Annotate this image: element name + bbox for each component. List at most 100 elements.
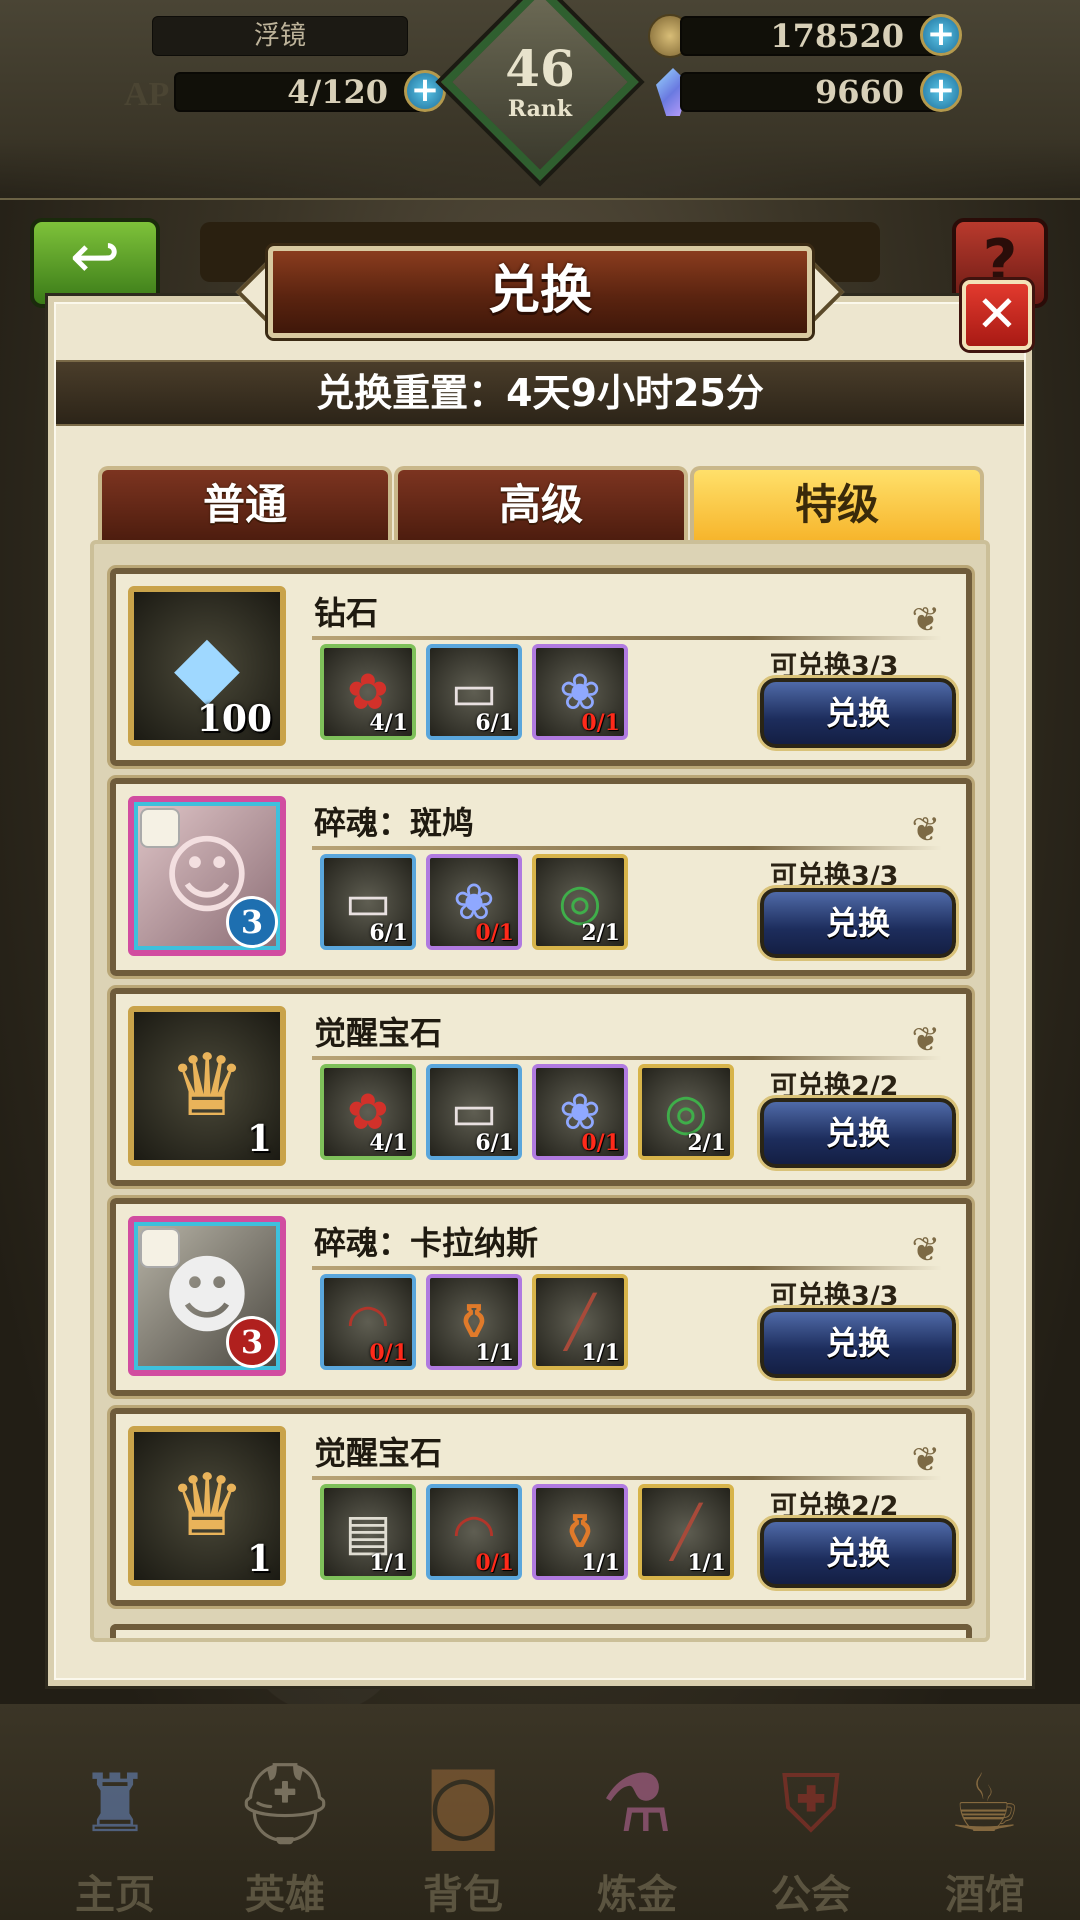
material-count: 0/1	[369, 1340, 408, 1366]
nav-backpack[interactable]: ◙ 背包	[378, 1744, 548, 1920]
player-name: 浮镜	[152, 16, 408, 56]
ap-value: 4/120	[287, 73, 388, 111]
material-count: 2/1	[581, 920, 620, 946]
material-slot[interactable]: ◎ 2/1	[638, 1064, 734, 1160]
row-divider	[312, 1476, 942, 1480]
exchange-button[interactable]: 兑换	[757, 1515, 959, 1591]
reward-name: 碎魂：斑鸠	[314, 804, 475, 842]
nav-home[interactable]: ♜ 主页	[30, 1744, 200, 1920]
reward-slot[interactable]: ☺ 3	[128, 796, 286, 956]
knight-helmet-icon: ⛑	[234, 1757, 336, 1850]
flourish-ornament: ❦	[911, 810, 941, 850]
material-slot[interactable]: ╱ 1/1	[532, 1274, 628, 1370]
material-count: 1/1	[581, 1550, 620, 1576]
material-slot[interactable]: ▭ 6/1	[426, 1064, 522, 1160]
ap-plus-button[interactable]: +	[404, 70, 446, 112]
soul-fragment-badge: 3	[226, 896, 278, 948]
material-slot[interactable]: ❀ 0/1	[532, 644, 628, 740]
backpack-icon: ◙	[424, 1757, 502, 1850]
material-slot[interactable]: ❀ 0/1	[532, 1064, 628, 1160]
exchange-row: ◆ 100 钻石 ❦ ✿ 4/1 ▭ 6/1 ❀ 0/1 可兑换3/3 兑换	[107, 565, 975, 769]
material-slot[interactable]: ▤ 1/1	[320, 1484, 416, 1580]
material-slot[interactable]: ⚱ 1/1	[532, 1484, 628, 1580]
reward-slot[interactable]: ♛ 1	[128, 1006, 286, 1166]
material-slot[interactable]: ▭ 6/1	[320, 854, 416, 950]
gem-value: 9660	[814, 73, 904, 111]
reward-name: 碎魂：卡拉纳斯	[314, 1224, 539, 1262]
nav-label: 主页	[75, 1872, 155, 1918]
rank-label: Rank	[507, 96, 573, 122]
row-divider	[312, 1056, 942, 1060]
tab-special[interactable]: 特级	[690, 466, 984, 542]
exchange-row: ☺ 3 碎魂：斑鸠 ❦ ▭ 6/1 ❀ 0/1 ◎ 2/1 可兑换3/3 兑换	[107, 775, 975, 979]
exchange-button[interactable]: 兑换	[757, 1095, 959, 1171]
reward-quantity: 1	[246, 1118, 272, 1160]
material-slot[interactable]: ◠ 0/1	[426, 1484, 522, 1580]
material-slot[interactable]: ◎ 2/1	[532, 854, 628, 950]
reward-slot[interactable]: ☻ 3	[128, 1216, 286, 1376]
material-count: 0/1	[581, 710, 620, 736]
flourish-ornament: ❦	[911, 600, 941, 640]
reward-slot[interactable]: ◆ 100	[128, 586, 286, 746]
flourish-ornament: ❦	[911, 1020, 941, 1060]
gold-plus-button[interactable]: +	[920, 14, 962, 56]
material-list: ▤ 1/1 ◠ 0/1 ⚱ 1/1 ╱ 1/1	[320, 1484, 734, 1580]
material-count: 6/1	[369, 920, 408, 946]
material-slot[interactable]: ❀ 0/1	[426, 854, 522, 950]
close-icon[interactable]: ✕	[962, 280, 1032, 350]
nav-alchemy[interactable]: ⚗ 炼金	[552, 1744, 722, 1920]
back-arrow-icon[interactable]: ↩	[30, 218, 160, 308]
material-slot[interactable]: ╱ 1/1	[638, 1484, 734, 1580]
material-count: 2/1	[687, 1130, 726, 1156]
flourish-ornament: ❦	[911, 1440, 941, 1480]
nav-label: 酒馆	[945, 1872, 1025, 1918]
material-count: 4/1	[369, 1130, 408, 1156]
guild-crest-icon: ⛨	[781, 1757, 841, 1850]
castle-icon: ♜	[79, 1757, 151, 1850]
tab-normal[interactable]: 普通	[98, 466, 392, 542]
gold-counter: 178520 +	[680, 14, 962, 56]
material-list: ✿ 4/1 ▭ 6/1 ❀ 0/1 ◎ 2/1	[320, 1064, 734, 1160]
material-slot[interactable]: ◠ 0/1	[320, 1274, 416, 1370]
reward-name: 觉醒宝石	[314, 1014, 443, 1052]
material-count: 1/1	[369, 1550, 408, 1576]
soul-fragment-badge: 3	[226, 1316, 278, 1368]
exchange-button[interactable]: 兑换	[757, 1305, 959, 1381]
reward-quantity: 1	[246, 1538, 272, 1580]
material-count: 6/1	[475, 1130, 514, 1156]
exchange-button[interactable]: 兑换	[757, 885, 959, 961]
gem-plus-button[interactable]: +	[920, 70, 962, 112]
exchange-button[interactable]: 兑换	[757, 675, 959, 751]
material-slot[interactable]: ✿ 4/1	[320, 644, 416, 740]
reward-name: 钻石	[314, 594, 379, 632]
material-slot[interactable]: ⚱ 1/1	[426, 1274, 522, 1370]
material-count: 1/1	[687, 1550, 726, 1576]
exchange-row: ♛ 1 觉醒宝石 ❦ ▤ 1/1 ◠ 0/1 ⚱ 1/1 ╱ 1/1 可兑换2/…	[107, 1405, 975, 1609]
flourish-ornament: ❦	[911, 1230, 941, 1270]
material-count: 6/1	[475, 710, 514, 736]
next-row-peek	[110, 1624, 972, 1638]
row-divider	[312, 846, 942, 850]
ap-counter: 4/120 +	[174, 70, 446, 112]
tab-advanced[interactable]: 高级	[394, 466, 688, 542]
ap-label: AP	[124, 76, 170, 113]
nav-heroes[interactable]: ⛑ 英雄	[200, 1744, 370, 1920]
material-slot[interactable]: ▭ 6/1	[426, 644, 522, 740]
material-list: ▭ 6/1 ❀ 0/1 ◎ 2/1	[320, 854, 628, 950]
exchange-list[interactable]: ◆ 100 钻石 ❦ ✿ 4/1 ▭ 6/1 ❀ 0/1 可兑换3/3 兑换 ☺	[90, 540, 990, 1642]
nav-tavern[interactable]: ☕ 酒馆	[900, 1744, 1070, 1920]
exchange-row: ♛ 1 觉醒宝石 ❦ ✿ 4/1 ▭ 6/1 ❀ 0/1 ◎ 2/1 可兑换2/…	[107, 985, 975, 1189]
reset-timer: 兑换重置：4天9小时25分	[56, 360, 1024, 426]
exchange-row: ☻ 3 碎魂：卡拉纳斯 ❦ ◠ 0/1 ⚱ 1/1 ╱ 1/1 可兑换3/3 兑…	[107, 1195, 975, 1399]
nav-label: 背包	[423, 1872, 503, 1918]
bottom-nav: ♜ 主页 ⛑ 英雄 ◙ 背包 ⚗ 炼金 ⛨ 公会 ☕ 酒馆	[0, 1704, 1080, 1920]
reward-quantity: 100	[196, 698, 272, 740]
reward-name: 觉醒宝石	[314, 1434, 443, 1472]
reward-slot[interactable]: ♛ 1	[128, 1426, 286, 1586]
nav-label: 炼金	[597, 1872, 677, 1918]
nav-guild[interactable]: ⛨ 公会	[726, 1744, 896, 1920]
material-list: ✿ 4/1 ▭ 6/1 ❀ 0/1	[320, 644, 628, 740]
material-slot[interactable]: ✿ 4/1	[320, 1064, 416, 1160]
material-count: 4/1	[369, 710, 408, 736]
dialog-title: 兑换	[268, 246, 812, 338]
